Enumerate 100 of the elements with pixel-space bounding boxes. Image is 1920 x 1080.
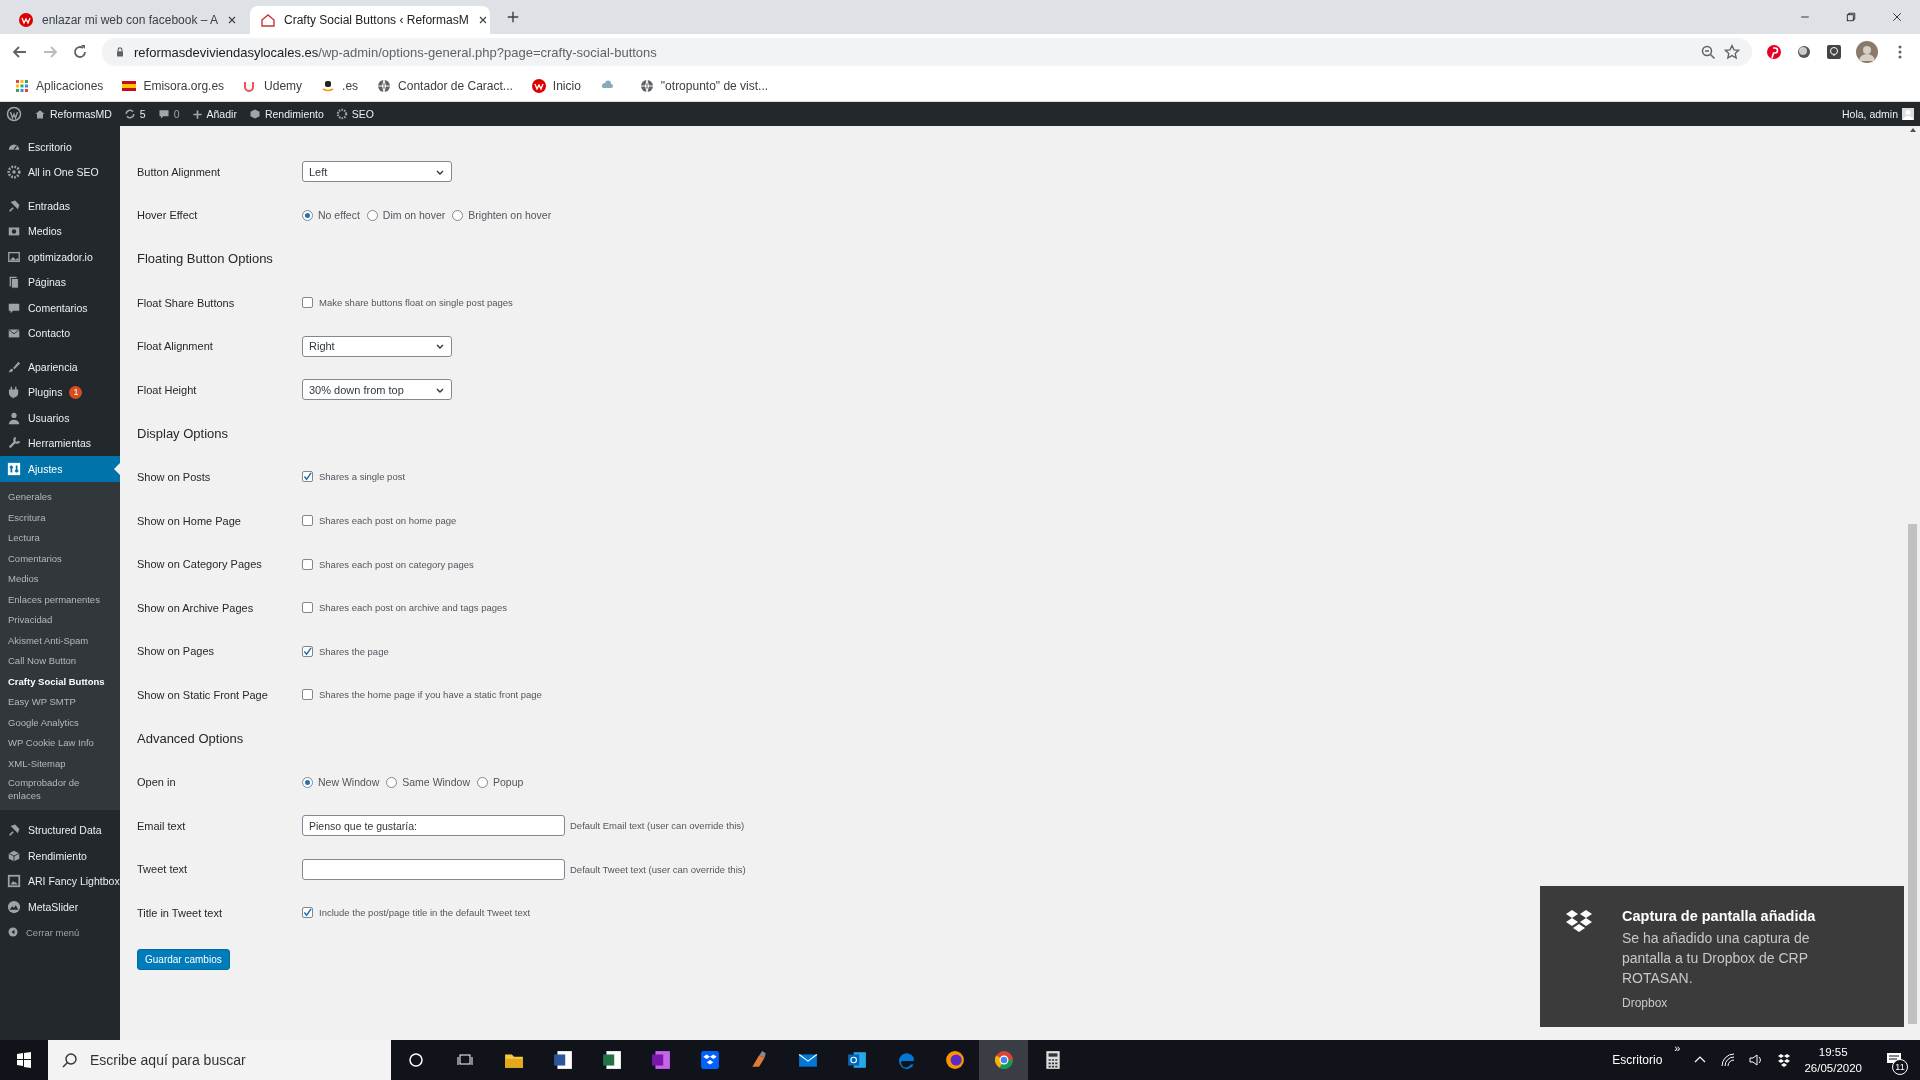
radio-button[interactable]	[452, 209, 464, 221]
text-input[interactable]	[302, 858, 565, 880]
sidebar-item[interactable]: Comentarios	[0, 295, 120, 321]
sidebar-item[interactable]: optimizador.io	[0, 244, 120, 270]
submenu-item[interactable]: XML-Sitemap	[0, 753, 120, 774]
toolbar-link[interactable]: Rendimiento	[248, 108, 324, 120]
pages-icon	[7, 275, 21, 290]
option-label: Brighten on hover	[468, 209, 552, 222]
globe-icon	[638, 77, 655, 94]
checkbox[interactable]	[302, 645, 313, 657]
submenu-item[interactable]: WP Cookie Law Info	[0, 732, 120, 753]
submenu-item[interactable]: Privacidad	[0, 609, 120, 630]
sidebar-item[interactable]: Apariencia	[0, 354, 120, 380]
checkbox[interactable]	[302, 689, 313, 701]
updates-link[interactable]: 5	[123, 108, 146, 120]
submenu-item[interactable]: Medios	[0, 568, 120, 589]
radio-button[interactable]	[302, 209, 313, 221]
submenu-item[interactable]: Google Analytics	[0, 712, 120, 733]
bookmark[interactable]: "otropunto" de vist...	[598, 77, 769, 94]
submenu-item[interactable]: Comprobador de enlaces	[0, 773, 120, 804]
sidebar-item[interactable]: Ajustes	[0, 456, 120, 482]
checkbox[interactable]	[302, 558, 313, 570]
radio-button[interactable]	[386, 776, 398, 788]
sidebar-item[interactable]: Herramientas	[0, 430, 120, 456]
sidebar-item[interactable]: Entradas	[0, 193, 120, 219]
address-bar[interactable]: reformasdeviviendasylocales.es/wp-admin/options-general.php?page=crafty-social-buttons	[102, 38, 1752, 66]
action-center-button[interactable]: 11	[1874, 1040, 1914, 1080]
bookmark[interactable]: .es	[320, 77, 359, 94]
dropdown[interactable]: 30% down from top	[302, 379, 452, 401]
bookmark[interactable]: Aplicaciones	[14, 77, 104, 94]
profile-avatar[interactable]	[1856, 41, 1878, 63]
dropdown[interactable]: Right	[302, 335, 452, 357]
back-button[interactable]	[12, 44, 28, 60]
extension-icon[interactable]	[1796, 44, 1812, 60]
extension-icon[interactable]	[1826, 44, 1842, 60]
option-label: Popup	[493, 776, 524, 789]
sidebar-item[interactable]: Plugins 1	[0, 379, 120, 405]
radio-button[interactable]	[477, 776, 488, 788]
new-content-link[interactable]: Añadir	[191, 108, 237, 120]
submenu-item[interactable]: Crafty Social Buttons	[0, 671, 120, 692]
comments-link[interactable]: 0	[157, 108, 180, 120]
clock[interactable]: 19:55 26/05/2020	[1804, 1044, 1862, 1076]
radio-button[interactable]	[366, 209, 378, 221]
bookmark[interactable]: Emisora.org.es	[121, 77, 225, 94]
field-label: Show on Category Pages	[137, 558, 263, 571]
search-field[interactable]: Escribe aquí para buscar	[48, 1040, 391, 1080]
pin-extension-icon[interactable]	[1766, 44, 1782, 60]
text-input[interactable]: Pienso que te gustaría:	[302, 815, 565, 837]
desktop-label[interactable]: Escritorio	[1612, 1053, 1663, 1067]
dropdown[interactable]: Left	[302, 161, 452, 183]
option-label: Same Window	[402, 776, 470, 789]
windows-logo-icon	[16, 1052, 32, 1068]
checkbox[interactable]	[302, 471, 313, 483]
disc-icon	[1796, 44, 1812, 60]
account-link[interactable]: Hola, admin	[1841, 108, 1914, 120]
checkbox[interactable]	[302, 297, 313, 309]
site-name-link[interactable]: ReformasMD	[34, 108, 112, 120]
collapse-menu-button[interactable]: Cerrar menú	[0, 919, 120, 945]
more-toolbar-button[interactable]: »	[1674, 1042, 1681, 1054]
submenu-item[interactable]: Escritura	[0, 507, 120, 528]
submenu-item[interactable]: Generales	[0, 486, 120, 507]
task-view-icon	[456, 1052, 473, 1068]
radio-button[interactable]	[302, 776, 313, 788]
mail-client-icon	[846, 1050, 867, 1070]
submenu-item[interactable]: Call Now Button	[0, 650, 120, 671]
reload-button[interactable]	[72, 44, 88, 60]
sidebar-item[interactable]: Rendimiento	[0, 843, 120, 869]
checkbox-label: Shares each post on archive and tags pages	[319, 602, 507, 614]
submenu-item[interactable]: Comentarios	[0, 548, 120, 569]
bookmark[interactable]: Inicio	[530, 77, 581, 94]
submenu-item[interactable]: Easy WP SMTP	[0, 691, 120, 712]
sidebar-item[interactable]: Medios	[0, 218, 120, 244]
toolbar-link[interactable]: SEO	[335, 108, 375, 120]
bookmark[interactable]: Contador de Caract...	[376, 77, 513, 94]
sidebar-item[interactable]: MetaSlider	[0, 894, 120, 920]
save-button[interactable]: Guardar cambios	[137, 948, 230, 970]
sidebar-item[interactable]: Contacto	[0, 320, 120, 346]
submenu-item[interactable]: Akismet Anti-Spam	[0, 630, 120, 651]
checkbox[interactable]	[302, 907, 313, 919]
bookmark[interactable]: Udemy	[242, 77, 303, 94]
sidebar-item[interactable]: All in One SEO	[0, 159, 120, 185]
sidebar-item[interactable]: ARI Fancy Lightbox	[0, 868, 120, 894]
sidebar-item[interactable]: Usuarios	[0, 405, 120, 431]
checkbox-label: Shares each post on home page	[319, 515, 457, 527]
checkbox[interactable]	[302, 515, 313, 527]
browser-tab[interactable]: Crafty Social Buttons ‹ ReformasM	[250, 6, 490, 34]
spreadsheet-icon	[601, 1050, 622, 1070]
taskbar-app[interactable]	[979, 1040, 1028, 1080]
checkbox[interactable]	[302, 602, 313, 614]
sidebar-item[interactable]: Structured Data	[0, 817, 120, 843]
sidebar-item[interactable]: Escritorio	[0, 134, 120, 160]
submenu-item[interactable]: Enlaces permanentes	[0, 589, 120, 610]
plus-icon	[506, 10, 520, 24]
browser-tab[interactable]: enlazar mi web con facebook – A	[8, 6, 248, 34]
notification-toast[interactable]: Captura de pantalla añadida Se ha añadido una captura de pantalla a tu Dropbox de CRP ROTASAN. Dropbox	[1540, 886, 1904, 1027]
submenu-item[interactable]: Lectura	[0, 527, 120, 548]
round-logo-icon	[18, 12, 34, 28]
sidebar-item[interactable]: Páginas	[0, 269, 120, 295]
wrench-icon	[7, 436, 21, 451]
pin-icon	[7, 198, 21, 213]
